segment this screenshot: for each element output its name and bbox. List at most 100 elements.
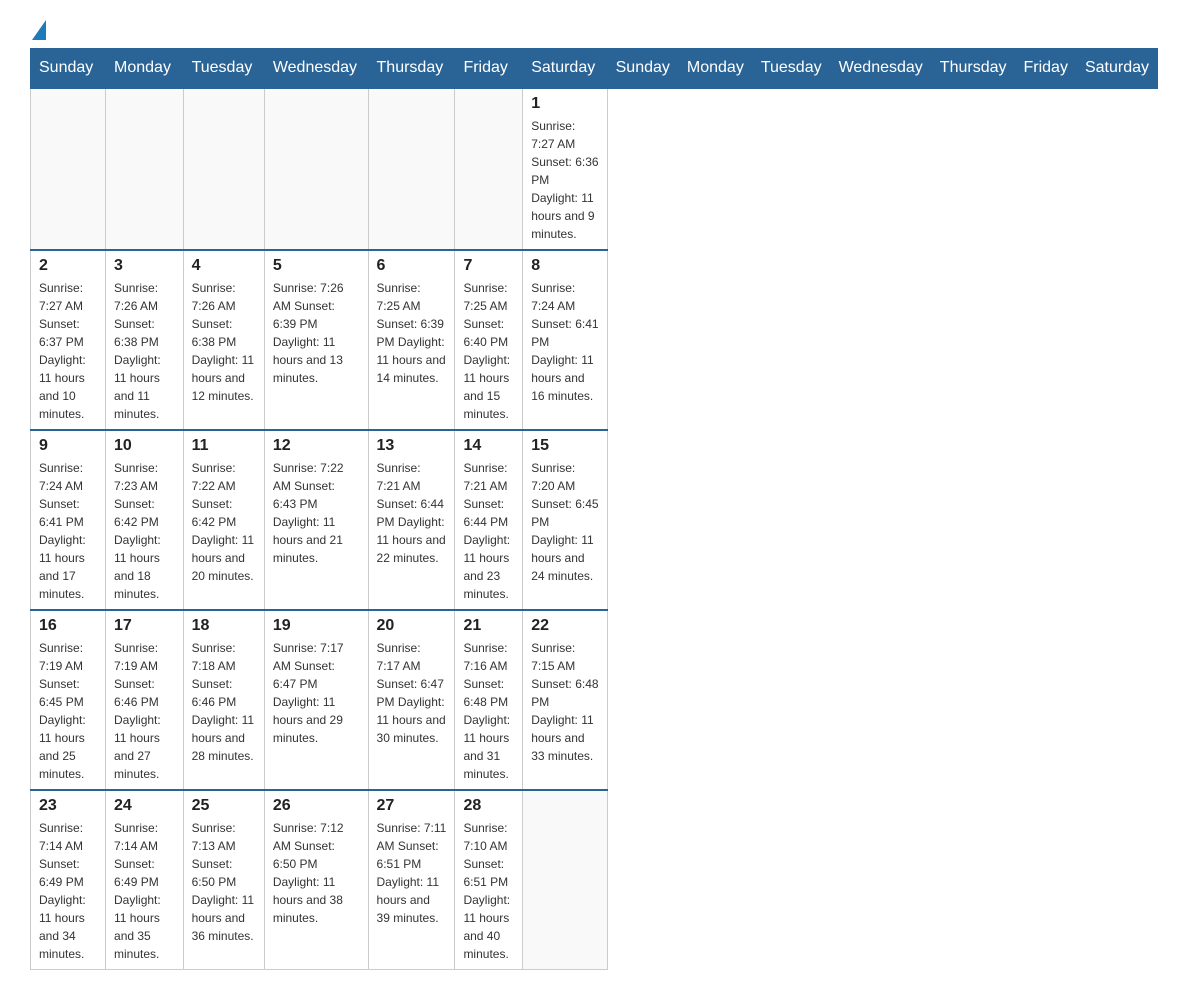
day-info: Sunrise: 7:26 AM Sunset: 6:38 PM Dayligh… — [192, 281, 254, 403]
calendar-cell — [31, 88, 106, 250]
calendar-cell: 13Sunrise: 7:21 AM Sunset: 6:44 PM Dayli… — [368, 430, 455, 610]
calendar-cell: 11 Sunrise: 7:22 AM Sunset: 6:42 PM Dayli… — [183, 430, 264, 610]
day-number: 22 — [531, 617, 598, 635]
weekday-header-sunday: Sunday — [607, 49, 678, 89]
day-info: Sunrise: 7:21 AM Sunset: 6:44 PM Dayligh… — [463, 461, 510, 601]
day-info: Sunrise: 7:27 AM Sunset: 6:36 PM Dayligh… — [531, 119, 598, 241]
weekday-header-tuesday: Tuesday — [752, 49, 830, 89]
day-info: Sunrise: 7:12 AM Sunset: 6:50 PM Dayligh… — [273, 821, 344, 925]
day-number: 25 — [192, 797, 256, 815]
calendar-cell: 16 Sunrise: 7:19 AM Sunset: 6:45 PM Dayli… — [31, 610, 106, 790]
day-number: 18 — [192, 617, 256, 635]
day-number: 3 — [114, 257, 175, 275]
calendar-cell — [106, 88, 184, 250]
calendar-cell: 5 Sunrise: 7:26 AM Sunset: 6:39 PM Daylig… — [264, 250, 368, 430]
weekday-header-wednesday: Wednesday — [830, 49, 931, 89]
day-info: Sunrise: 7:23 AM Sunset: 6:42 PM Dayligh… — [114, 461, 161, 601]
calendar-cell: 18 Sunrise: 7:18 AM Sunset: 6:46 PM Dayli… — [183, 610, 264, 790]
week-row-2: 2 Sunrise: 7:27 AM Sunset: 6:37 PM Daylig… — [31, 250, 1158, 430]
weekday-header-saturday: Saturday — [523, 49, 607, 89]
calendar-cell: 3 Sunrise: 7:26 AM Sunset: 6:38 PM Daylig… — [106, 250, 184, 430]
day-number: 12 — [273, 437, 360, 455]
day-info: Sunrise: 7:24 AM Sunset: 6:41 PM Dayligh… — [531, 281, 598, 403]
calendar-cell: 2 Sunrise: 7:27 AM Sunset: 6:37 PM Daylig… — [31, 250, 106, 430]
day-number: 5 — [273, 257, 360, 275]
day-info: Sunrise: 7:25 AM Sunset: 6:39 PM Dayligh… — [377, 281, 446, 385]
day-number: 1 — [531, 95, 598, 113]
calendar-cell: 28 Sunrise: 7:10 AM Sunset: 6:51 PM Dayli… — [455, 790, 523, 970]
calendar-cell: 6Sunrise: 7:25 AM Sunset: 6:39 PM Daylig… — [368, 250, 455, 430]
calendar-header: SundayMondayTuesdayWednesdayThursdayFrid… — [31, 49, 1158, 89]
day-number: 20 — [377, 617, 447, 635]
calendar-cell: 10 Sunrise: 7:23 AM Sunset: 6:42 PM Dayli… — [106, 430, 184, 610]
calendar-cell — [264, 88, 368, 250]
day-info: Sunrise: 7:24 AM Sunset: 6:41 PM Dayligh… — [39, 461, 86, 601]
week-row-3: 9 Sunrise: 7:24 AM Sunset: 6:41 PM Daylig… — [31, 430, 1158, 610]
day-info: Sunrise: 7:19 AM Sunset: 6:45 PM Dayligh… — [39, 641, 86, 781]
day-number: 16 — [39, 617, 97, 635]
day-info: Sunrise: 7:22 AM Sunset: 6:42 PM Dayligh… — [192, 461, 254, 583]
day-number: 28 — [463, 797, 514, 815]
day-number: 23 — [39, 797, 97, 815]
day-info: Sunrise: 7:17 AM Sunset: 6:47 PM Dayligh… — [273, 641, 344, 745]
calendar-cell: 9 Sunrise: 7:24 AM Sunset: 6:41 PM Daylig… — [31, 430, 106, 610]
day-number: 9 — [39, 437, 97, 455]
day-number: 15 — [531, 437, 598, 455]
calendar-table: SundayMondayTuesdayWednesdayThursdayFrid… — [30, 48, 1158, 970]
day-info: Sunrise: 7:15 AM Sunset: 6:48 PM Dayligh… — [531, 641, 598, 763]
day-number: 19 — [273, 617, 360, 635]
day-info: Sunrise: 7:18 AM Sunset: 6:46 PM Dayligh… — [192, 641, 254, 763]
calendar-cell: 17 Sunrise: 7:19 AM Sunset: 6:46 PM Dayli… — [106, 610, 184, 790]
day-info: Sunrise: 7:16 AM Sunset: 6:48 PM Dayligh… — [463, 641, 510, 781]
weekday-header-monday: Monday — [106, 49, 184, 89]
week-row-5: 23 Sunrise: 7:14 AM Sunset: 6:49 PM Dayli… — [31, 790, 1158, 970]
calendar-cell: 15 Sunrise: 7:20 AM Sunset: 6:45 PM Dayli… — [523, 430, 607, 610]
day-number: 11 — [192, 437, 256, 455]
calendar-cell: 7 Sunrise: 7:25 AM Sunset: 6:40 PM Daylig… — [455, 250, 523, 430]
calendar-cell: 1 Sunrise: 7:27 AM Sunset: 6:36 PM Daylig… — [523, 88, 607, 250]
day-number: 27 — [377, 797, 447, 815]
calendar-cell: 19 Sunrise: 7:17 AM Sunset: 6:47 PM Dayli… — [264, 610, 368, 790]
day-info: Sunrise: 7:26 AM Sunset: 6:38 PM Dayligh… — [114, 281, 161, 421]
day-number: 10 — [114, 437, 175, 455]
day-info: Sunrise: 7:22 AM Sunset: 6:43 PM Dayligh… — [273, 461, 344, 565]
day-info: Sunrise: 7:20 AM Sunset: 6:45 PM Dayligh… — [531, 461, 598, 583]
day-number: 2 — [39, 257, 97, 275]
day-number: 14 — [463, 437, 514, 455]
day-info: Sunrise: 7:25 AM Sunset: 6:40 PM Dayligh… — [463, 281, 510, 421]
day-info: Sunrise: 7:13 AM Sunset: 6:50 PM Dayligh… — [192, 821, 254, 943]
day-number: 26 — [273, 797, 360, 815]
calendar-body: 1 Sunrise: 7:27 AM Sunset: 6:36 PM Daylig… — [31, 88, 1158, 970]
calendar-cell: 22 Sunrise: 7:15 AM Sunset: 6:48 PM Dayli… — [523, 610, 607, 790]
week-row-4: 16 Sunrise: 7:19 AM Sunset: 6:45 PM Dayli… — [31, 610, 1158, 790]
calendar-cell: 24 Sunrise: 7:14 AM Sunset: 6:49 PM Dayli… — [106, 790, 184, 970]
day-number: 24 — [114, 797, 175, 815]
calendar-cell: 14 Sunrise: 7:21 AM Sunset: 6:44 PM Dayli… — [455, 430, 523, 610]
day-info: Sunrise: 7:17 AM Sunset: 6:47 PM Dayligh… — [377, 641, 446, 745]
day-number: 8 — [531, 257, 598, 275]
calendar-cell — [368, 88, 455, 250]
calendar-cell: 25 Sunrise: 7:13 AM Sunset: 6:50 PM Dayli… — [183, 790, 264, 970]
weekday-header-wednesday: Wednesday — [264, 49, 368, 89]
day-number: 17 — [114, 617, 175, 635]
weekday-header-friday: Friday — [455, 49, 523, 89]
weekday-header-saturday: Saturday — [1076, 49, 1157, 89]
logo — [30, 20, 46, 38]
calendar-cell — [455, 88, 523, 250]
weekday-header-thursday: Thursday — [931, 49, 1015, 89]
day-info: Sunrise: 7:14 AM Sunset: 6:49 PM Dayligh… — [39, 821, 86, 961]
calendar-cell: 21Sunrise: 7:16 AM Sunset: 6:48 PM Dayli… — [455, 610, 523, 790]
day-number: 7 — [463, 257, 514, 275]
day-info: Sunrise: 7:21 AM Sunset: 6:44 PM Dayligh… — [377, 461, 446, 565]
week-row-1: 1 Sunrise: 7:27 AM Sunset: 6:36 PM Daylig… — [31, 88, 1158, 250]
weekday-header-monday: Monday — [678, 49, 752, 89]
calendar-cell — [183, 88, 264, 250]
day-info: Sunrise: 7:10 AM Sunset: 6:51 PM Dayligh… — [463, 821, 510, 961]
logo-triangle-icon — [32, 20, 46, 40]
page-header — [30, 20, 1158, 38]
day-info: Sunrise: 7:26 AM Sunset: 6:39 PM Dayligh… — [273, 281, 344, 385]
day-info: Sunrise: 7:19 AM Sunset: 6:46 PM Dayligh… — [114, 641, 161, 781]
day-info: Sunrise: 7:27 AM Sunset: 6:37 PM Dayligh… — [39, 281, 86, 421]
calendar-cell: 26 Sunrise: 7:12 AM Sunset: 6:50 PM Dayli… — [264, 790, 368, 970]
day-info: Sunrise: 7:14 AM Sunset: 6:49 PM Dayligh… — [114, 821, 161, 961]
